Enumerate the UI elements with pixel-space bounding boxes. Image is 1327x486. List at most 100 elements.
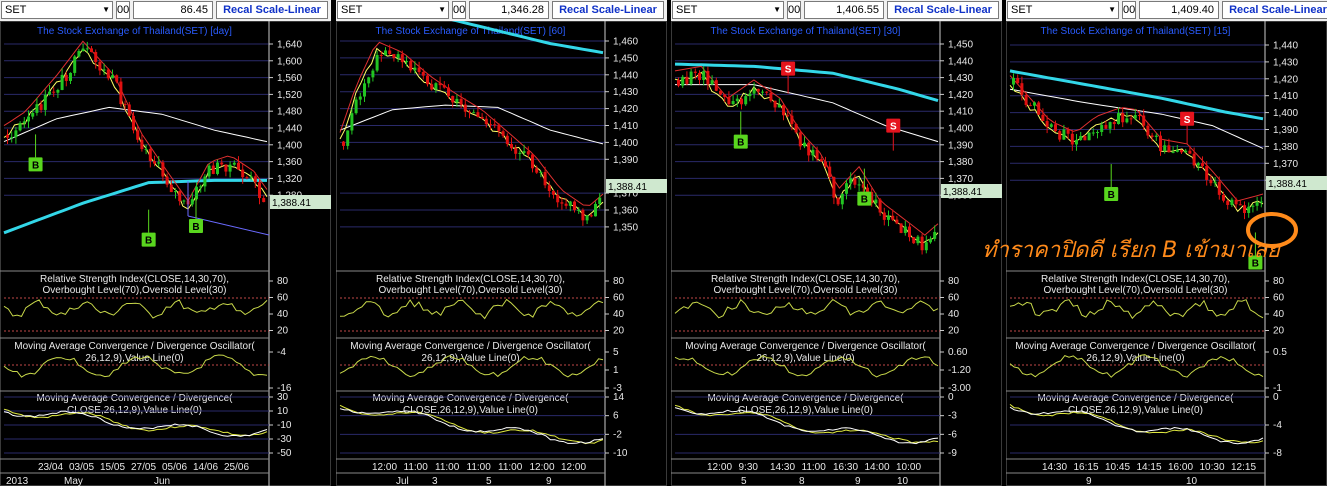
signal-label: S	[785, 65, 792, 76]
chart-svg[interactable]: 1,640 1,600 1,560 1,520 1,480 1,440 1,400 1,360…	[0, 21, 331, 486]
candle-body	[1049, 124, 1053, 127]
rsi-tick-label: 80	[613, 276, 625, 287]
recal-scale-button[interactable]: Recal Scale-Linear	[216, 1, 328, 19]
candle-body	[94, 51, 98, 63]
candle-body	[514, 148, 518, 154]
candle-body	[1054, 124, 1057, 132]
candle-body	[1121, 113, 1125, 123]
macd-tick-label: -4	[1273, 420, 1282, 431]
code-field[interactable]: 00	[452, 1, 466, 19]
time-tick-label: 14:30	[770, 462, 795, 473]
candle-body	[123, 104, 127, 106]
symbol-select[interactable]: SET ▼	[1007, 1, 1119, 19]
candle-body	[253, 176, 257, 183]
candle-body	[52, 91, 56, 93]
candle-body	[220, 162, 224, 165]
candle-body	[455, 98, 459, 103]
price-tick-label: 1,370	[1273, 159, 1298, 170]
candle-body	[1024, 94, 1028, 106]
price-tick-label: 1,380	[1273, 142, 1298, 153]
rsi-title: Overbought Level(70),Oversold Level(30)	[1044, 285, 1228, 296]
candle-body	[765, 91, 769, 93]
chart-toolbar: SET ▼ 00 1,406.55 Recal Scale-Linear	[671, 0, 1002, 22]
candle-body	[1108, 122, 1112, 129]
price-tick-label: 1,430	[613, 87, 638, 98]
candle-body	[761, 91, 764, 93]
candle-body	[1075, 139, 1078, 145]
macd-tick-label: -10	[613, 448, 628, 459]
candle-body	[735, 98, 739, 102]
rsi-tick-label: 20	[277, 326, 289, 337]
chart-svg[interactable]: 1,450 1,440 1,430 1,420 1,410 1,400 1,390 1,380…	[671, 21, 1002, 486]
candle-body	[1129, 118, 1133, 120]
date-tick-label: 3	[432, 476, 438, 486]
symbol-value: SET	[5, 4, 27, 16]
candle-body	[752, 88, 756, 94]
candle-body	[685, 76, 689, 84]
candle-body	[1033, 102, 1036, 106]
code-field[interactable]: 00	[116, 1, 130, 19]
symbol-select[interactable]: SET ▼	[672, 1, 784, 19]
candle-body	[1066, 129, 1070, 134]
recal-scale-button[interactable]: Recal Scale-Linear	[1222, 1, 1327, 19]
candle-body	[144, 149, 148, 151]
recal-scale-button[interactable]: Recal Scale-Linear	[887, 1, 999, 19]
signal-label: B	[192, 222, 199, 233]
price-tick-label: 1,450	[948, 40, 973, 51]
candle-body	[585, 215, 589, 221]
code-field[interactable]: 00	[1122, 1, 1136, 19]
recal-scale-button[interactable]: Recal Scale-Linear	[552, 1, 664, 19]
macd-tick-label: 0	[948, 392, 954, 403]
symbol-select[interactable]: SET ▼	[1, 1, 113, 19]
price-field: 1,406.55	[804, 1, 884, 19]
candle-body	[207, 165, 211, 177]
rsi-tick-label: 40	[948, 309, 960, 320]
macd-tick-label: -8	[1273, 448, 1282, 459]
candle-body	[573, 201, 576, 211]
chevron-down-icon[interactable]: ▼	[1108, 2, 1116, 18]
time-tick-label: 14:00	[865, 462, 890, 473]
chart-panel-30[interactable]: SET ▼ 00 1,406.55 Recal Scale-Linear 1,45…	[671, 0, 1002, 486]
candle-body	[1100, 124, 1104, 133]
time-tick-label: 10:00	[896, 462, 921, 473]
signal-label: B	[1108, 190, 1115, 201]
signal-label: B	[861, 195, 868, 206]
code-field[interactable]: 00	[787, 1, 801, 19]
macd-title: Moving Average Convergence / Divergence(	[372, 393, 569, 404]
candle-body	[505, 135, 509, 145]
chevron-down-icon[interactable]: ▼	[773, 2, 781, 18]
candle-body	[60, 74, 64, 90]
chart-svg[interactable]: 1,460 1,450 1,440 1,430 1,420 1,410 1,400 1,390…	[336, 21, 667, 486]
time-tick-label: 05/06	[162, 462, 187, 473]
chevron-down-icon[interactable]: ▼	[438, 2, 446, 18]
candle-body	[43, 94, 47, 110]
price-tick-label: 1,440	[1273, 41, 1298, 52]
time-tick-label: 10:30	[1200, 462, 1225, 473]
candle-body	[237, 162, 240, 170]
candle-body	[211, 165, 215, 174]
rsi-tick-label: 20	[948, 326, 960, 337]
candle-body	[468, 111, 471, 113]
chart-panel-60[interactable]: SET ▼ 00 1,346.28 Recal Scale-Linear 1,46…	[336, 0, 667, 486]
candle-body	[392, 53, 396, 58]
price-tick-label: 1,420	[613, 104, 638, 115]
rsi-title: Relative Strength Index(CLOSE,14,30,70),	[711, 274, 900, 285]
time-tick-label: 12:00	[372, 462, 397, 473]
chevron-down-icon[interactable]: ▼	[102, 2, 110, 18]
candle-body	[1175, 150, 1179, 152]
chart-panel-day[interactable]: SET ▼ 00 86.45 Recal Scale-Linear 1,640 1,…	[0, 0, 331, 486]
date-tick-label: 9	[1086, 476, 1092, 486]
macd-title: Moving Average Convergence / Divergence(	[36, 393, 233, 404]
macd-osc-title: 26,12,9),Value Line(0)	[421, 353, 519, 364]
candle-body	[409, 60, 413, 71]
symbol-value: SET	[341, 4, 363, 16]
candle-body	[1184, 150, 1188, 153]
candle-body	[1028, 105, 1032, 107]
candle-body	[451, 95, 455, 103]
time-tick-label: 16:30	[833, 462, 858, 473]
candle-body	[363, 83, 366, 97]
symbol-select[interactable]: SET ▼	[337, 1, 449, 19]
candle-body	[887, 215, 890, 220]
candle-body	[895, 219, 899, 224]
candle-body	[589, 215, 593, 217]
